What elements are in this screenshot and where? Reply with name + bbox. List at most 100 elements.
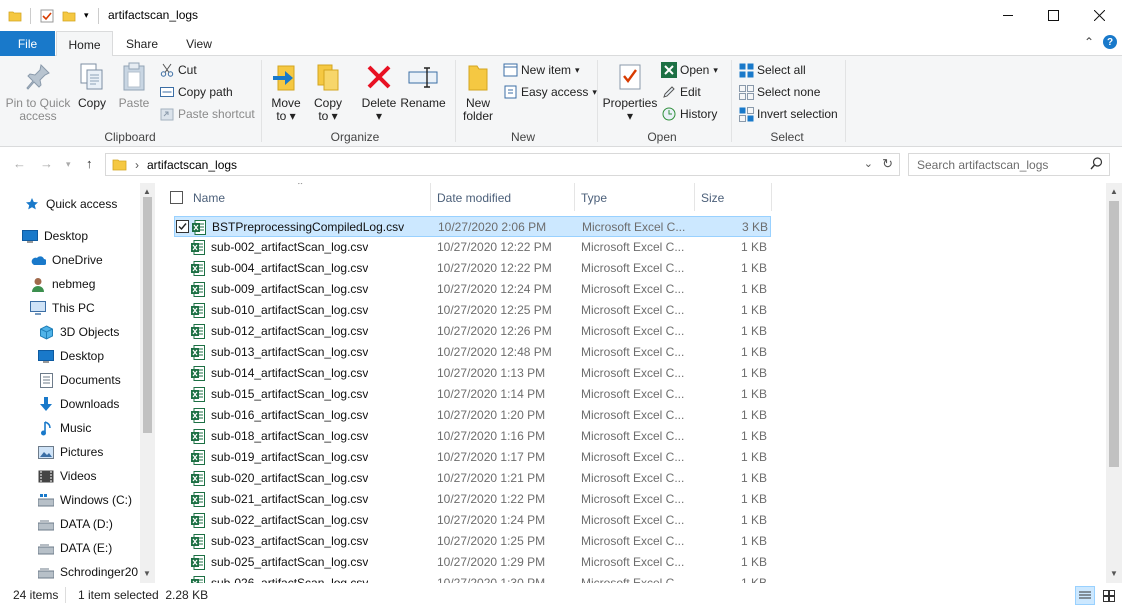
table-row[interactable]: sub-010_artifactScan_log.csv 10/27/2020 1…	[174, 300, 771, 321]
tab-view[interactable]: View	[176, 31, 222, 56]
properties-quick-icon[interactable]	[40, 0, 54, 31]
table-row[interactable]: BSTPreprocessingCompiledLog.csv 10/27/202…	[174, 216, 771, 237]
table-row[interactable]: sub-002_artifactScan_log.csv 10/27/2020 1…	[174, 237, 771, 258]
column-header-date-modified[interactable]: Date modified	[437, 183, 511, 213]
large-icons-view-icon[interactable]	[1099, 586, 1119, 605]
search-icon[interactable]	[1090, 157, 1103, 173]
invert-selection-button[interactable]: Invert selection	[738, 104, 838, 124]
file-date-modified: 10/27/2020 1:16 PM	[437, 429, 546, 443]
nav-item-3d-objects[interactable]: 3D Objects	[38, 321, 119, 343]
tab-home[interactable]: Home	[56, 31, 113, 57]
nav-item-videos[interactable]: Videos	[38, 465, 96, 487]
table-row[interactable]: sub-018_artifactScan_log.csv 10/27/2020 1…	[174, 426, 771, 447]
table-row[interactable]: sub-023_artifactScan_log.csv 10/27/2020 1…	[174, 531, 771, 552]
refresh-icon[interactable]: ↻	[882, 156, 893, 172]
scroll-up-icon[interactable]: ▲	[1110, 187, 1118, 196]
nav-item-music[interactable]: Music	[38, 417, 91, 439]
copy-button[interactable]: Copy	[74, 60, 110, 110]
table-row[interactable]: sub-012_artifactScan_log.csv 10/27/2020 1…	[174, 321, 771, 342]
table-row[interactable]: sub-025_artifactScan_log.csv 10/27/2020 1…	[174, 552, 771, 573]
column-header-size[interactable]: Size	[701, 183, 724, 213]
scrollbar-thumb[interactable]	[143, 197, 152, 433]
table-row[interactable]: sub-026_artifactScan_log.csv 10/27/2020 1…	[174, 573, 771, 583]
tab-file[interactable]: File	[0, 31, 55, 56]
nav-item-onedrive[interactable]: OneDrive	[30, 249, 103, 271]
table-row[interactable]: sub-014_artifactScan_log.csv 10/27/2020 1…	[174, 363, 771, 384]
nav-item-schrodinger[interactable]: Schrodinger20	[38, 561, 138, 583]
customize-toolbar-chevron-icon[interactable]: ▾	[84, 0, 89, 31]
table-row[interactable]: sub-004_artifactScan_log.csv 10/27/2020 1…	[174, 258, 771, 279]
nav-item-quick-access[interactable]: Quick access	[24, 193, 117, 215]
row-checkbox[interactable]	[176, 220, 189, 233]
cut-button[interactable]: Cut	[159, 60, 197, 80]
search-input[interactable]: Search artifactscan_logs	[908, 153, 1110, 176]
help-icon[interactable]: ?	[1103, 35, 1117, 49]
collapse-ribbon-chevron-icon[interactable]: ⌃	[1084, 35, 1094, 49]
recent-locations-chevron-icon[interactable]: ▾	[66, 159, 71, 170]
breadcrumb[interactable]: artifactscan_logs	[147, 158, 237, 172]
address-dropdown-chevron-icon[interactable]: ⌄	[864, 157, 873, 170]
table-row[interactable]: sub-020_artifactScan_log.csv 10/27/2020 1…	[174, 468, 771, 489]
scroll-down-icon[interactable]: ▼	[1110, 569, 1118, 578]
select-none-button[interactable]: Select none	[738, 82, 820, 102]
column-header-name[interactable]: Name	[193, 183, 225, 213]
nav-item-data-d[interactable]: DATA (D:)	[38, 513, 113, 535]
move-to-button[interactable]: Move to ▾	[268, 60, 304, 123]
file-size: 1 KB	[740, 408, 767, 422]
select-all-checkbox[interactable]	[170, 191, 183, 204]
delete-button[interactable]: Delete ▾	[360, 60, 398, 123]
open-button[interactable]: Open ▾	[661, 60, 718, 80]
nav-item-documents[interactable]: Documents	[38, 369, 121, 391]
properties-button[interactable]: Properties ▾	[602, 60, 658, 123]
table-row[interactable]: sub-016_artifactScan_log.csv 10/27/2020 1…	[174, 405, 771, 426]
history-button[interactable]: History	[661, 104, 717, 124]
table-row[interactable]: sub-021_artifactScan_log.csv 10/27/2020 1…	[174, 489, 771, 510]
nav-scrollbar[interactable]: ▲ ▼	[140, 183, 155, 583]
easy-access-button[interactable]: Easy access ▾	[502, 82, 597, 102]
file-name: sub-023_artifactScan_log.csv	[211, 534, 369, 548]
group-label-organize: Organize	[330, 130, 380, 144]
pin-icon	[22, 60, 54, 94]
up-arrow-icon[interactable]: ↑	[86, 156, 93, 171]
details-view-icon[interactable]	[1075, 586, 1095, 605]
nav-item-windows-c[interactable]: Windows (C:)	[38, 489, 132, 511]
new-folder-quick-icon[interactable]	[62, 0, 76, 31]
file-list-scrollbar[interactable]: ▲ ▼	[1106, 183, 1122, 583]
new-folder-button[interactable]: New folder	[459, 60, 497, 123]
paste-button[interactable]: Paste	[116, 60, 152, 110]
edit-button[interactable]: Edit	[661, 82, 701, 102]
nav-item-data-e[interactable]: DATA (E:)	[38, 537, 112, 559]
paste-shortcut-button[interactable]: Paste shortcut	[159, 104, 255, 124]
column-header-type[interactable]: Type	[581, 183, 607, 213]
forward-arrow-icon[interactable]: →	[40, 156, 53, 171]
desktop-icon	[38, 348, 54, 364]
copy-to-button[interactable]: Copy to ▾	[310, 60, 346, 123]
table-row[interactable]: sub-009_artifactScan_log.csv 10/27/2020 1…	[174, 279, 771, 300]
maximize-button[interactable]	[1030, 0, 1076, 31]
close-button[interactable]	[1076, 0, 1122, 31]
new-item-button[interactable]: New item ▾	[502, 60, 580, 80]
scrollbar-thumb[interactable]	[1109, 201, 1119, 467]
address-bar[interactable]: › artifactscan_logs ⌄ ↻	[105, 153, 900, 176]
nav-item-pictures[interactable]: Pictures	[38, 441, 103, 463]
table-row[interactable]: sub-013_artifactScan_log.csv 10/27/2020 1…	[174, 342, 771, 363]
nav-item-desktop[interactable]: Desktop	[22, 225, 88, 247]
scroll-up-icon[interactable]: ▲	[143, 187, 151, 196]
table-row[interactable]: sub-015_artifactScan_log.csv 10/27/2020 1…	[174, 384, 771, 405]
rename-button[interactable]: Rename	[400, 60, 446, 110]
navigation-bar: ← → ▾ ↑ › artifactscan_logs ⌄ ↻ Search a…	[0, 147, 1122, 183]
table-row[interactable]: sub-019_artifactScan_log.csv 10/27/2020 1…	[174, 447, 771, 468]
table-row[interactable]: sub-022_artifactScan_log.csv 10/27/2020 1…	[174, 510, 771, 531]
scroll-down-icon[interactable]: ▼	[143, 569, 151, 578]
select-all-button[interactable]: Select all	[738, 60, 806, 80]
copy-icon	[76, 60, 108, 94]
copy-path-button[interactable]: Copy path	[159, 82, 233, 102]
nav-item-user[interactable]: nebmeg	[30, 273, 95, 295]
back-arrow-icon[interactable]: ←	[13, 156, 26, 171]
minimize-button[interactable]	[985, 0, 1031, 31]
nav-item-desktop-pc[interactable]: Desktop	[38, 345, 104, 367]
nav-item-this-pc[interactable]: This PC	[30, 297, 95, 319]
pin-to-quick-access-button[interactable]: Pin to Quick access	[5, 60, 71, 123]
tab-share[interactable]: Share	[118, 31, 166, 56]
nav-item-downloads[interactable]: Downloads	[38, 393, 119, 415]
